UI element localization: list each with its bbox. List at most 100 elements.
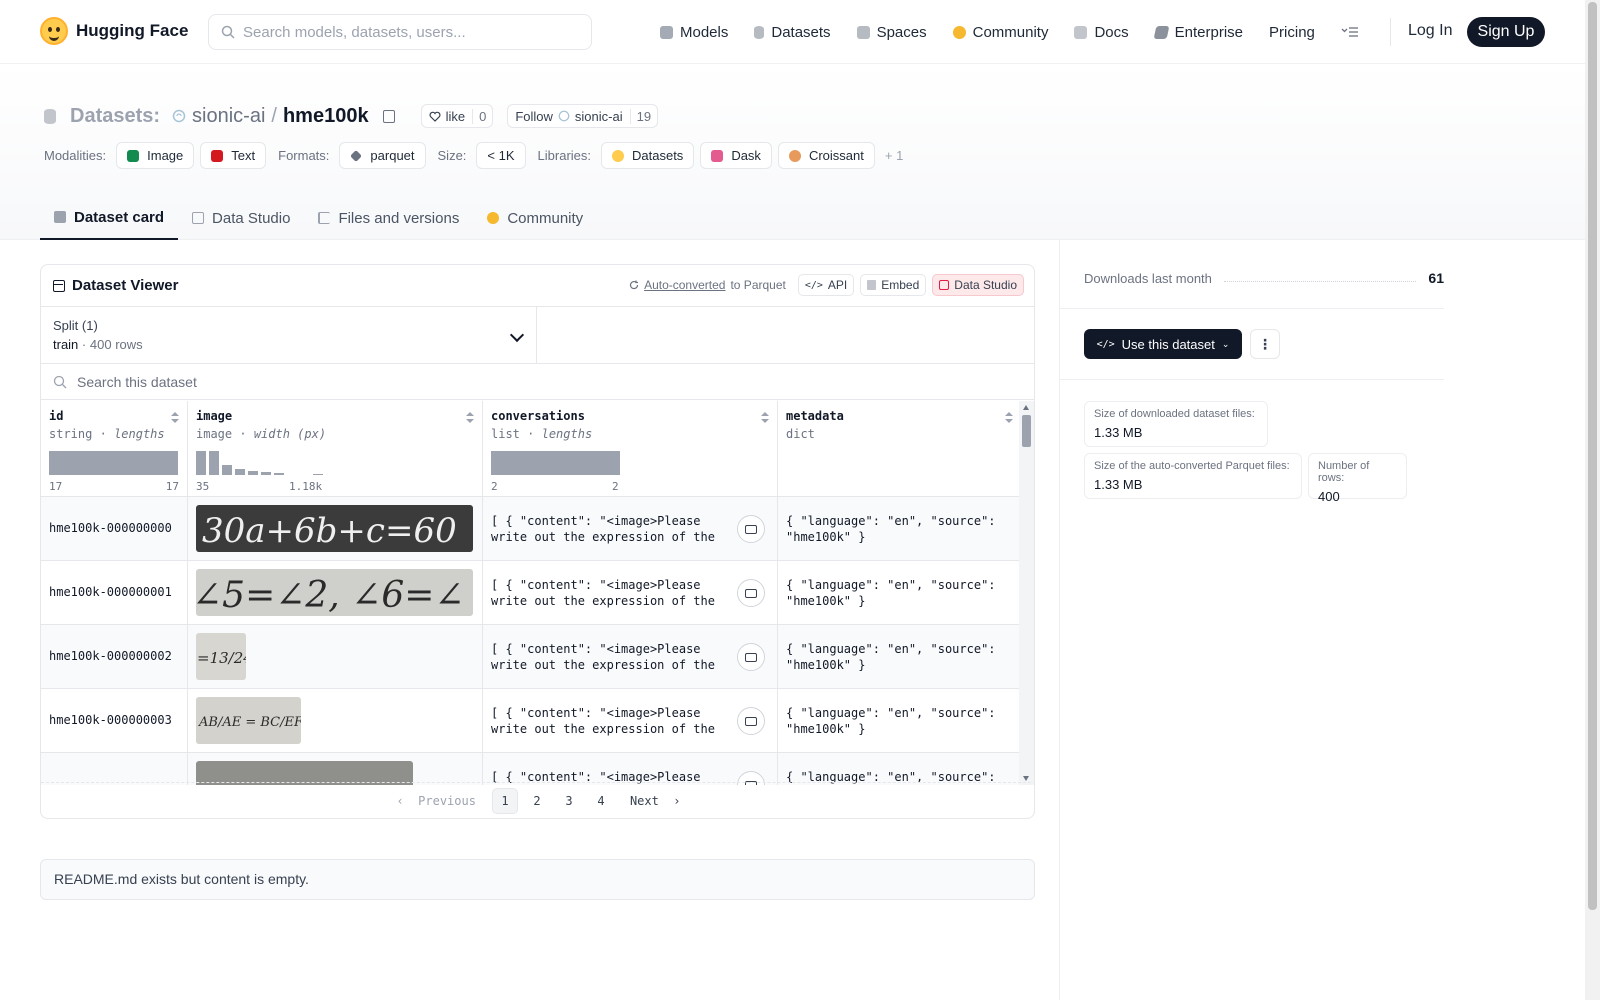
- split-rows: 400 rows: [89, 337, 143, 352]
- page-3-button[interactable]: 3: [556, 788, 582, 814]
- cell-conversations[interactable]: [ { "content": "<image>Please write: [483, 753, 778, 785]
- page-4-button[interactable]: 4: [588, 788, 614, 814]
- histogram-bar[interactable]: [261, 472, 271, 475]
- more-menu-button[interactable]: [1341, 18, 1359, 46]
- cell-conversations[interactable]: [ { "content": "<image>Please write out …: [483, 561, 778, 625]
- tab-community[interactable]: Community: [473, 196, 597, 240]
- handwritten-formula-image[interactable]: =13/24: [196, 633, 246, 680]
- table-row[interactable]: [ { "content": "<image>Please write { "l…: [41, 753, 1021, 785]
- auto-converted-link[interactable]: Auto-converted: [644, 278, 725, 292]
- nav-community-label: Community: [972, 23, 1049, 41]
- nav-pricing[interactable]: Pricing: [1269, 18, 1315, 46]
- page-1-button[interactable]: 1: [491, 787, 518, 814]
- histogram-bar[interactable]: [248, 471, 258, 475]
- cell-metadata: { "language": "en", "source":: [778, 753, 1021, 785]
- page-scrollbar-thumb[interactable]: [1588, 2, 1597, 910]
- cell-conversations[interactable]: [ { "content": "<image>Please write out …: [483, 689, 778, 753]
- scrollbar-thumb[interactable]: [1022, 415, 1031, 447]
- handwritten-formula-image[interactable]: AB/AE = BC/EF: [196, 697, 301, 744]
- table-row[interactable]: hme100k-000000001 ∠5=∠2, ∠6=∠ [ { "conte…: [41, 561, 1021, 625]
- tag-croissant[interactable]: Croissant: [777, 142, 875, 169]
- column-type: list · lengths: [491, 427, 769, 441]
- tag-datasets-label: Datasets: [632, 148, 684, 163]
- more-tags-link[interactable]: + 1: [885, 148, 903, 163]
- formula-image-graphic: =13/24: [197, 649, 246, 667]
- histogram-bar[interactable]: [274, 473, 284, 475]
- cell-image[interactable]: =13/24: [188, 625, 483, 689]
- dataset-search-input[interactable]: Search this dataset: [41, 364, 1034, 400]
- table-scrollbar[interactable]: [1019, 401, 1034, 785]
- sort-icon[interactable]: [171, 412, 179, 424]
- tag-size[interactable]: < 1K: [476, 142, 526, 169]
- like-button[interactable]: like 0: [420, 104, 494, 128]
- cell-conversations[interactable]: [ { "content": "<image>Please write out …: [483, 497, 778, 561]
- previous-page-button[interactable]: ‹ Previous: [386, 788, 485, 814]
- scroll-up-arrow-icon[interactable]: [1023, 405, 1029, 410]
- sort-icon[interactable]: [761, 412, 769, 424]
- nav-models-label: Models: [680, 23, 729, 41]
- tab-dataset-card[interactable]: Dataset card: [40, 196, 179, 240]
- chat-view-button[interactable]: [737, 579, 765, 607]
- sort-icon[interactable]: [466, 412, 474, 424]
- cell-image[interactable]: AB/AE = BC/EF: [188, 689, 483, 753]
- column-header-id[interactable]: id string · lengths 17 17: [41, 401, 188, 497]
- histogram-bar[interactable]: [209, 451, 219, 475]
- nav-community[interactable]: Community: [952, 18, 1049, 46]
- global-search-input[interactable]: Search models, datasets, users...: [208, 14, 592, 50]
- repo-type-label[interactable]: Datasets:: [70, 105, 160, 128]
- histogram-bar[interactable]: [49, 451, 178, 475]
- follow-button[interactable]: Follow sionic-ai 19: [507, 104, 659, 128]
- table-row[interactable]: hme100k-000000003 AB/AE = BC/EF [ { "con…: [41, 689, 1021, 753]
- chat-view-button[interactable]: [737, 515, 765, 543]
- histogram-bar[interactable]: [235, 469, 245, 475]
- column-header-conversations[interactable]: conversations list · lengths 2 2: [483, 401, 778, 497]
- copy-icon[interactable]: [382, 109, 395, 123]
- api-button[interactable]: </> API: [797, 274, 855, 296]
- tab-data-studio[interactable]: Data Studio: [178, 196, 304, 240]
- tag-dask[interactable]: Dask: [700, 142, 772, 169]
- handwritten-formula-image[interactable]: 30a+6b+c=60: [196, 505, 473, 552]
- nav-models[interactable]: Models: [660, 18, 728, 46]
- nav-datasets[interactable]: Datasets: [754, 18, 831, 46]
- chat-view-button[interactable]: [737, 643, 765, 671]
- cell-image[interactable]: 30a+6b+c=60: [188, 497, 483, 561]
- cell-image[interactable]: ∠5=∠2, ∠6=∠: [188, 561, 483, 625]
- use-this-dataset-button[interactable]: </> Use this dataset ⌄: [1084, 329, 1242, 359]
- histogram-bar[interactable]: [222, 465, 232, 475]
- embed-button[interactable]: Embed: [860, 274, 927, 296]
- column-header-image[interactable]: image image · width (px) 35 1.18k: [188, 401, 483, 497]
- cell-conversations[interactable]: [ { "content": "<image>Please write out …: [483, 625, 778, 689]
- histogram-bar[interactable]: [196, 451, 206, 475]
- table-row[interactable]: hme100k-000000002 =13/24 [ { "content": …: [41, 625, 1021, 689]
- tag-parquet[interactable]: parquet: [339, 142, 426, 169]
- cell-conversations-text: [ { "content": "<image>Please write out …: [491, 642, 715, 672]
- tab-files[interactable]: Files and versions: [304, 196, 473, 240]
- tag-datasets-lib[interactable]: Datasets: [601, 142, 695, 169]
- table-row[interactable]: hme100k-000000000 30a+6b+c=60 [ { "conte…: [41, 497, 1021, 561]
- nav-docs[interactable]: Docs: [1074, 18, 1129, 46]
- brand-logo[interactable]: Hugging Face: [40, 17, 188, 45]
- next-page-button[interactable]: Next ›: [620, 788, 691, 814]
- scroll-down-arrow-icon[interactable]: [1023, 776, 1029, 781]
- sort-icon[interactable]: [1005, 412, 1013, 424]
- nav-spaces[interactable]: Spaces: [856, 18, 927, 46]
- more-options-button[interactable]: ⋮: [1250, 329, 1280, 359]
- page-2-button[interactable]: 2: [524, 788, 550, 814]
- repo-owner-link[interactable]: sionic-ai: [192, 105, 265, 128]
- repo-name[interactable]: hme100k: [283, 105, 369, 128]
- data-studio-button[interactable]: Data Studio: [932, 274, 1024, 296]
- histogram-bar[interactable]: [313, 474, 323, 475]
- split-name: train: [53, 337, 79, 352]
- handwritten-formula-image[interactable]: ∠5=∠2, ∠6=∠: [196, 569, 473, 616]
- histogram-bar[interactable]: [491, 451, 620, 475]
- login-link[interactable]: Log In: [1408, 22, 1452, 40]
- tag-text[interactable]: Text: [200, 142, 267, 169]
- cell-image[interactable]: [188, 753, 483, 785]
- chat-view-button[interactable]: [737, 707, 765, 735]
- tag-image[interactable]: Image: [116, 142, 195, 169]
- signup-button[interactable]: Sign Up: [1467, 17, 1545, 47]
- split-selector[interactable]: Split (1) train · 400 rows: [41, 307, 537, 363]
- column-header-metadata[interactable]: metadata dict: [778, 401, 1021, 497]
- nav-enterprise[interactable]: Enterprise: [1153, 18, 1243, 46]
- page-scrollbar[interactable]: [1585, 0, 1600, 1000]
